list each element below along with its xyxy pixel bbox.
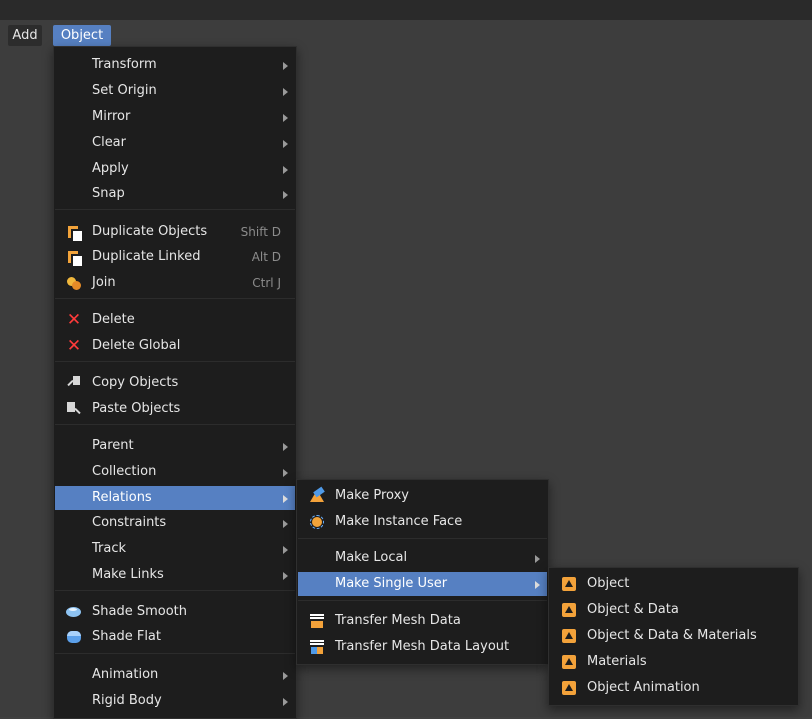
submenu-arrow-icon <box>283 114 288 122</box>
object-data-icon <box>561 654 577 670</box>
submenu-arrow-icon <box>283 443 288 451</box>
shade-smooth-icon <box>66 604 82 620</box>
menu-separator <box>55 590 295 591</box>
submenu-arrow-icon <box>283 520 288 528</box>
menu-separator <box>55 653 295 654</box>
menu-item-rigid-body[interactable]: Rigid Body <box>55 689 295 713</box>
menu-item-make-links[interactable]: Make Links <box>55 563 295 587</box>
join-icon <box>66 275 82 291</box>
menu-item-single-user-object-animation[interactable]: Object Animation <box>550 676 797 700</box>
menu-separator <box>298 600 547 601</box>
add-menu-button[interactable]: Add <box>8 25 42 46</box>
menu-item-shade-flat[interactable]: Shade Flat <box>55 625 295 649</box>
menu-item-track[interactable]: Track <box>55 537 295 561</box>
submenu-arrow-icon <box>283 62 288 70</box>
menu-item-duplicate-linked[interactable]: Duplicate Linked Alt D <box>55 245 295 269</box>
make-single-user-submenu: Object Object & Data Object & Data & Mat… <box>548 567 799 706</box>
submenu-arrow-icon <box>283 495 288 503</box>
menu-item-make-instance-face[interactable]: Make Instance Face <box>298 510 547 534</box>
object-data-icon <box>561 680 577 696</box>
submenu-arrow-icon <box>283 166 288 174</box>
viewport-header: Add Object <box>0 22 812 48</box>
menu-item-shade-smooth[interactable]: Shade Smooth <box>55 600 295 624</box>
object-data-icon <box>561 628 577 644</box>
menu-item-transform[interactable]: Transform <box>55 53 295 77</box>
menu-separator <box>298 538 547 539</box>
menu-item-constraints[interactable]: Constraints <box>55 511 295 535</box>
transfer-mesh-layout-icon <box>309 639 325 655</box>
top-bar <box>0 0 812 20</box>
submenu-arrow-icon <box>283 469 288 477</box>
object-data-icon <box>561 602 577 618</box>
duplicate-icon <box>66 224 82 241</box>
menu-item-snap[interactable]: Snap <box>55 182 295 206</box>
submenu-arrow-icon <box>283 546 288 554</box>
menu-item-make-local[interactable]: Make Local <box>298 546 547 570</box>
submenu-arrow-icon <box>283 88 288 96</box>
delete-global-icon: ✕ <box>66 336 82 356</box>
menu-item-single-user-object-data-materials[interactable]: Object & Data & Materials <box>550 624 797 648</box>
menu-item-set-origin[interactable]: Set Origin <box>55 79 295 103</box>
menu-item-single-user-object-data[interactable]: Object & Data <box>550 598 797 622</box>
submenu-arrow-icon <box>283 698 288 706</box>
menu-item-copy-objects[interactable]: Copy Objects <box>55 371 295 395</box>
menu-item-transfer-mesh-data-layout[interactable]: Transfer Mesh Data Layout <box>298 635 547 659</box>
menu-item-relations[interactable]: Relations <box>55 486 295 510</box>
transfer-mesh-data-icon <box>309 613 325 629</box>
submenu-arrow-icon <box>535 555 540 563</box>
object-data-icon <box>561 576 577 592</box>
submenu-arrow-icon <box>283 672 288 680</box>
menu-item-animation[interactable]: Animation <box>55 663 295 687</box>
submenu-arrow-icon <box>283 572 288 580</box>
menu-item-single-user-object[interactable]: Object <box>550 572 797 596</box>
menu-item-apply[interactable]: Apply <box>55 157 295 181</box>
menu-item-parent[interactable]: Parent <box>55 434 295 458</box>
menu-item-duplicate-objects[interactable]: Duplicate Objects Shift D <box>55 220 295 244</box>
submenu-arrow-icon <box>283 191 288 199</box>
shade-flat-icon <box>66 629 82 645</box>
menu-item-paste-objects[interactable]: Paste Objects <box>55 397 295 421</box>
menu-item-clear[interactable]: Clear <box>55 131 295 155</box>
object-menu: Transform Set Origin Mirror Clear Apply … <box>53 46 297 719</box>
menu-separator <box>55 361 295 362</box>
menu-separator <box>55 298 295 299</box>
make-proxy-icon <box>309 488 325 504</box>
object-menu-button[interactable]: Object <box>53 25 111 46</box>
menu-separator <box>55 209 295 210</box>
menu-separator <box>55 424 295 425</box>
submenu-arrow-icon <box>535 581 540 589</box>
duplicate-linked-icon <box>66 249 82 266</box>
menu-item-single-user-materials[interactable]: Materials <box>550 650 797 674</box>
paste-icon <box>66 401 82 417</box>
menu-item-join[interactable]: Join Ctrl J <box>55 271 295 295</box>
menu-item-transfer-mesh-data[interactable]: Transfer Mesh Data <box>298 609 547 633</box>
menu-item-delete-global[interactable]: ✕ Delete Global <box>55 334 295 358</box>
menu-item-collection[interactable]: Collection <box>55 460 295 484</box>
submenu-arrow-icon <box>283 140 288 148</box>
menu-item-make-proxy[interactable]: Make Proxy <box>298 484 547 508</box>
relations-submenu: Make Proxy Make Instance Face Make Local… <box>296 479 549 665</box>
menu-item-make-single-user[interactable]: Make Single User <box>298 572 547 596</box>
copy-icon <box>66 375 82 391</box>
menu-item-mirror[interactable]: Mirror <box>55 105 295 129</box>
delete-icon: ✕ <box>66 310 82 330</box>
instance-face-icon <box>309 514 325 530</box>
menu-item-delete[interactable]: ✕ Delete <box>55 308 295 332</box>
